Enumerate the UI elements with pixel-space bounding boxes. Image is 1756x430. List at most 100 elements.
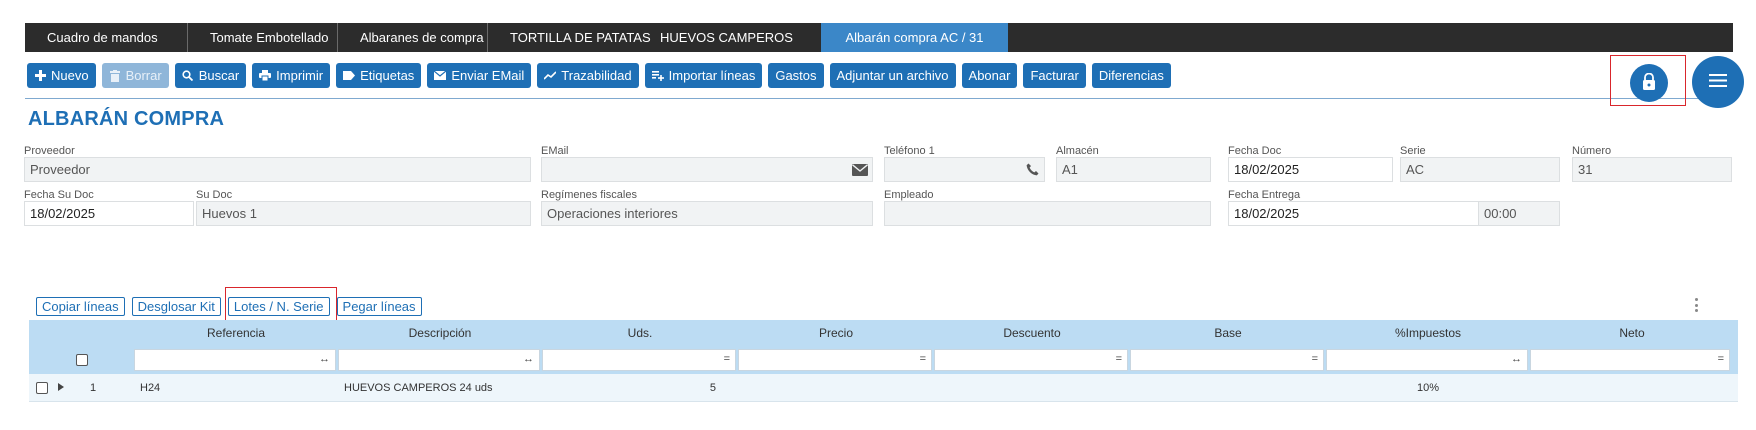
etiquetas-label: Etiquetas: [360, 68, 415, 83]
col-uds[interactable]: Uds.: [542, 320, 738, 346]
tab-albaranes-de-compra[interactable]: Albaranes de compra: [338, 23, 488, 52]
cell-referencia[interactable]: H24: [134, 382, 338, 394]
hamburger-icon: [1709, 74, 1727, 90]
email-field[interactable]: [541, 157, 873, 182]
adjuntar-archivo-button[interactable]: Adjuntar un archivo: [829, 63, 956, 88]
filter-op-base[interactable]: =: [1312, 353, 1318, 365]
grid-filter-row: ↔ ↔ = = = = ↔ =: [29, 346, 1738, 374]
filter-op-descuento[interactable]: =: [1116, 353, 1122, 365]
filter-descripcion[interactable]: ↔: [338, 349, 540, 371]
regimenes-fiscales-field[interactable]: Operaciones interiores: [541, 201, 873, 226]
numero-label: Número: [1572, 145, 1612, 157]
fecha-su-doc-field[interactable]: 18/02/2025: [24, 201, 194, 226]
printer-icon: [259, 70, 272, 82]
regimenes-fiscales-label: Regímenes fiscales: [541, 189, 637, 201]
imprimir-label: Imprimir: [276, 68, 324, 83]
cell-uds[interactable]: 5: [542, 382, 738, 394]
enviar-email-button[interactable]: Enviar EMail: [427, 63, 532, 88]
enviar-email-label: Enviar EMail: [451, 68, 525, 83]
facturar-button[interactable]: Facturar: [1023, 63, 1086, 88]
almacen-field[interactable]: A1: [1056, 157, 1211, 182]
row-controls: 1: [29, 381, 134, 394]
col-neto[interactable]: Neto: [1530, 320, 1734, 346]
almacen-label: Almacén: [1056, 145, 1099, 157]
telefono-field[interactable]: [884, 157, 1045, 182]
filter-impuestos[interactable]: ↔: [1326, 349, 1528, 371]
cell-descripcion[interactable]: HUEVOS CAMPEROS 24 uds: [338, 382, 542, 394]
col-descripcion[interactable]: Descripción: [338, 320, 542, 346]
tab-huevos-camperos[interactable]: HUEVOS CAMPEROS: [638, 23, 821, 52]
filter-op-referencia[interactable]: ↔: [319, 353, 330, 365]
numero-field[interactable]: 31: [1572, 157, 1732, 182]
grid-header: Referencia Descripción Uds. Precio Descu…: [29, 320, 1738, 346]
desglosar-kit-button[interactable]: Desglosar Kit: [131, 297, 221, 316]
page-title: ALBARÁN COMPRA: [28, 108, 225, 130]
pegar-lineas-button[interactable]: Pegar líneas: [336, 297, 422, 316]
toolbar-divider: [25, 98, 1735, 99]
borrar-button[interactable]: Borrar: [101, 63, 169, 88]
lines-grid: Referencia Descripción Uds. Precio Descu…: [29, 320, 1738, 402]
empleado-field[interactable]: [884, 201, 1211, 226]
etiquetas-button[interactable]: Etiquetas: [336, 63, 422, 88]
expand-row-icon[interactable]: [58, 382, 64, 394]
fecha-entrega-date-field[interactable]: 18/02/2025: [1228, 201, 1483, 226]
buscar-button[interactable]: Buscar: [174, 63, 247, 88]
filter-op-precio[interactable]: =: [920, 353, 926, 365]
abonar-button[interactable]: Abonar: [961, 63, 1018, 88]
tab-bar: Cuadro de mandos Tomate Embotellado Alba…: [25, 23, 1733, 52]
proveedor-label: Proveedor: [24, 145, 75, 157]
col-precio[interactable]: Precio: [738, 320, 934, 346]
fecha-entrega-time-field[interactable]: 00:00: [1478, 201, 1560, 226]
menu-button[interactable]: [1692, 56, 1744, 108]
filter-uds[interactable]: =: [542, 349, 736, 371]
tag-icon: [343, 70, 356, 82]
main-toolbar: Nuevo Borrar Buscar Imprimir Etiquetas E…: [27, 63, 1171, 88]
envelope-icon[interactable]: [850, 160, 870, 179]
fecha-doc-field[interactable]: 18/02/2025: [1228, 157, 1393, 182]
tab-albaran-compra-active[interactable]: Albarán compra AC / 31: [821, 23, 1008, 52]
select-all-checkbox[interactable]: [75, 354, 88, 366]
serie-label: Serie: [1400, 145, 1426, 157]
trazabilidad-button[interactable]: Trazabilidad: [537, 63, 639, 88]
filter-op-impuestos[interactable]: ↔: [1511, 353, 1522, 365]
lock-icon: [1642, 72, 1656, 93]
diferencias-button[interactable]: Diferencias: [1091, 63, 1171, 88]
cell-impuestos[interactable]: 10%: [1326, 382, 1530, 394]
more-vertical-icon[interactable]: [1693, 298, 1699, 312]
tab-tomate-embotellado[interactable]: Tomate Embotellado: [188, 23, 338, 52]
phone-icon[interactable]: [1022, 160, 1042, 179]
proveedor-field[interactable]: Proveedor: [24, 157, 531, 182]
table-row[interactable]: 1 H24 HUEVOS CAMPEROS 24 uds 5 10%: [29, 374, 1738, 402]
col-base[interactable]: Base: [1130, 320, 1326, 346]
filter-neto[interactable]: =: [1530, 349, 1730, 371]
col-impuestos[interactable]: %Impuestos: [1326, 320, 1530, 346]
filter-op-neto[interactable]: =: [1718, 353, 1724, 365]
telefono-label: Teléfono 1: [884, 145, 935, 157]
filter-referencia[interactable]: ↔: [134, 349, 336, 371]
col-descuento[interactable]: Descuento: [934, 320, 1130, 346]
header-spacer: [29, 320, 134, 346]
imprimir-button[interactable]: Imprimir: [252, 63, 331, 88]
serie-field[interactable]: AC: [1400, 157, 1560, 182]
tab-tortilla-de-patatas[interactable]: TORTILLA DE PATATAS: [488, 23, 651, 52]
su-doc-field[interactable]: Huevos 1: [196, 201, 531, 226]
importar-lineas-button[interactable]: Importar líneas: [644, 63, 763, 88]
filter-descuento[interactable]: =: [934, 349, 1128, 371]
nuevo-button[interactable]: Nuevo: [27, 63, 96, 88]
tab-cuadro-de-mandos[interactable]: Cuadro de mandos: [25, 23, 188, 52]
copiar-lineas-button[interactable]: Copiar líneas: [36, 297, 125, 316]
nuevo-label: Nuevo: [51, 68, 89, 83]
row-checkbox[interactable]: [36, 381, 48, 394]
envelope-icon: [434, 70, 447, 82]
gastos-button[interactable]: Gastos: [768, 63, 824, 88]
filter-base[interactable]: =: [1130, 349, 1324, 371]
plus-icon: [34, 70, 46, 82]
filter-op-descripcion[interactable]: ↔: [523, 353, 534, 365]
filter-op-uds[interactable]: =: [724, 353, 730, 365]
filter-precio[interactable]: =: [738, 349, 932, 371]
select-all-cell: [29, 354, 134, 366]
search-icon: [182, 70, 194, 82]
importar-lineas-label: Importar líneas: [668, 68, 756, 83]
col-referencia[interactable]: Referencia: [134, 320, 338, 346]
lock-button[interactable]: [1630, 64, 1668, 102]
